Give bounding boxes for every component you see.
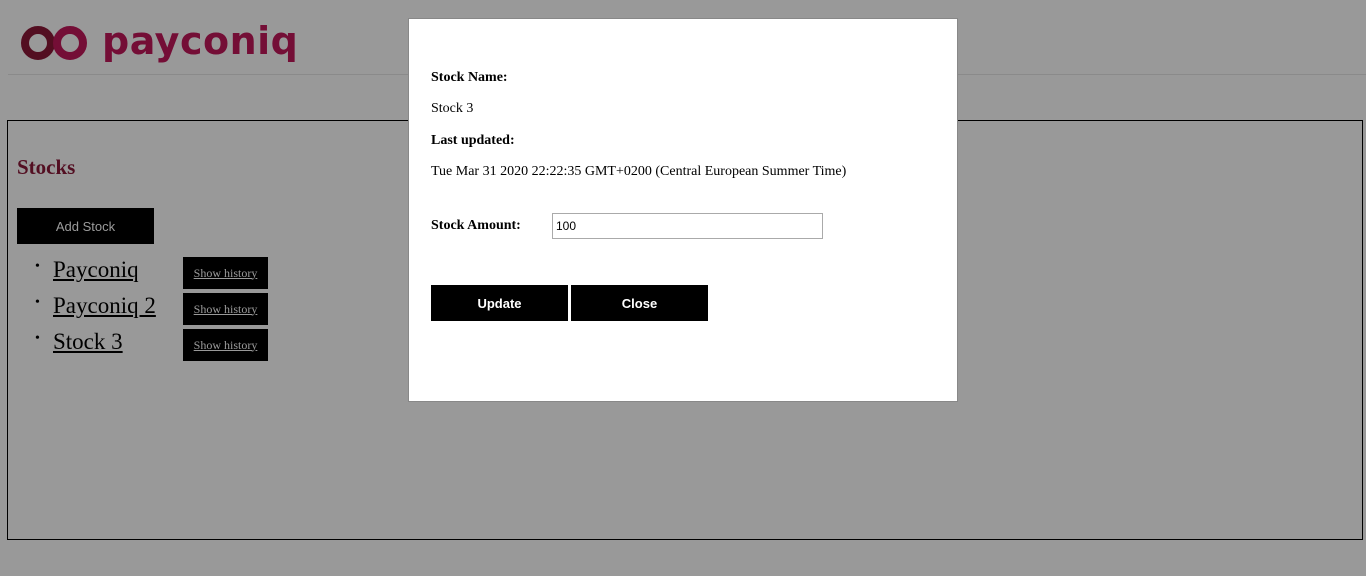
stock-name-value: Stock 3: [431, 101, 474, 116]
stock-name-label: Stock Name:: [431, 70, 508, 85]
stock-amount-label: Stock Amount:: [431, 218, 521, 233]
last-updated-value: Tue Mar 31 2020 22:22:35 GMT+0200 (Centr…: [431, 164, 847, 179]
last-updated-label: Last updated:: [431, 133, 515, 148]
update-button[interactable]: Update: [431, 285, 568, 321]
close-button[interactable]: Close: [571, 285, 708, 321]
stock-detail-modal: Stock Name: Stock 3 Last updated: Tue Ma…: [408, 18, 958, 402]
stock-amount-input[interactable]: [552, 213, 823, 239]
